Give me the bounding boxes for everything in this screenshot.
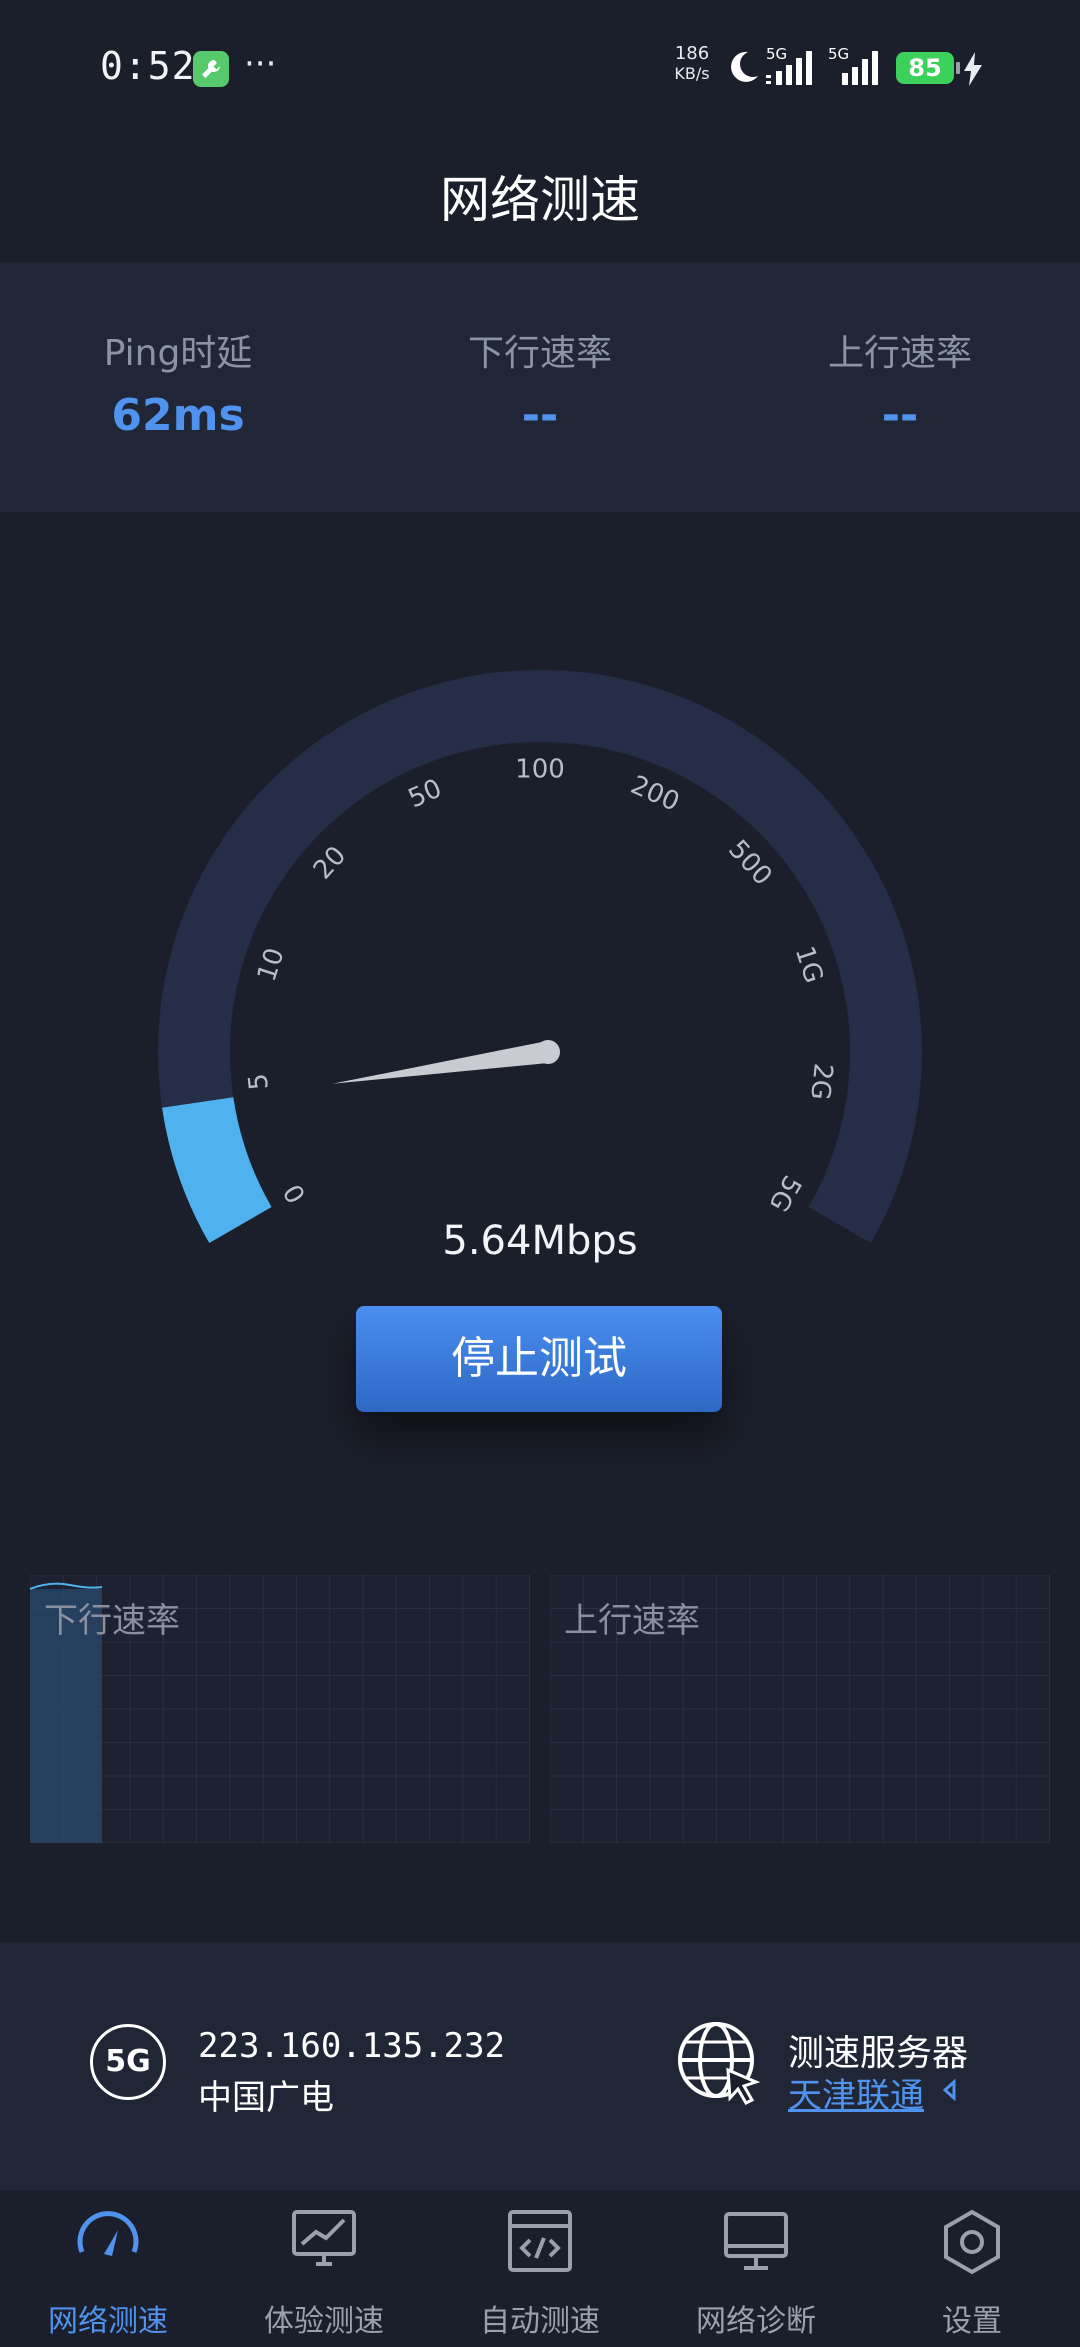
nav-label-auto-test: 自动测速 bbox=[480, 2304, 600, 2339]
chart-monitor-icon bbox=[292, 2210, 356, 2266]
stop-test-button[interactable]: 停止测试 bbox=[356, 1306, 722, 1412]
globe-cursor-icon bbox=[678, 2022, 761, 2105]
server-name-link[interactable]: 天津联通 bbox=[788, 2068, 924, 2117]
code-window-icon bbox=[508, 2210, 572, 2272]
nav-item-experience[interactable]: 体验测速 bbox=[216, 2190, 432, 2347]
gauge-tick-label: 2G bbox=[804, 1062, 838, 1102]
gauge-tick-label: 100 bbox=[515, 755, 565, 785]
upload-chart-label: 上行速率 bbox=[564, 1601, 700, 1641]
nav-item-settings[interactable]: 设置 bbox=[864, 2190, 1080, 2347]
upload-chart: 上行速率 bbox=[549, 1574, 1050, 1844]
nav-item-speed-test[interactable]: 网络测速 bbox=[0, 2190, 216, 2347]
moon-icon bbox=[731, 51, 758, 82]
status-time: 0:52 bbox=[100, 44, 196, 88]
charging-bolt-icon bbox=[964, 52, 982, 86]
metrics-panel: Ping时延 62ms 下行速率 -- 上行速率 -- bbox=[0, 262, 1080, 512]
hexagon-settings-icon bbox=[944, 2209, 1000, 2275]
ip-address: 223.160.135.232 bbox=[198, 2026, 506, 2066]
bottom-nav: 网络测速 体验测速 自动测速 网络诊断 设置 bbox=[0, 2190, 1080, 2347]
speedometer-icon bbox=[77, 2211, 139, 2256]
gauge-tick-labels: 051020501002005001G2G5G bbox=[243, 755, 838, 1217]
gauge-tick-label: 5 bbox=[243, 1072, 275, 1092]
gauge-tick-label: 1G bbox=[789, 943, 829, 987]
net-speed-unit: KB/s bbox=[674, 64, 710, 83]
sim1-label: 5G bbox=[766, 45, 787, 63]
metric-download-label: 下行速率 bbox=[467, 333, 612, 374]
battery-icon: 85 bbox=[896, 52, 954, 84]
gauge-tick-label: 20 bbox=[308, 841, 352, 886]
gauge-tick-label: 50 bbox=[404, 774, 446, 815]
nav-item-auto-test[interactable]: 自动测速 bbox=[432, 2190, 648, 2347]
gauge-tick-label: 5G bbox=[762, 1170, 806, 1217]
battery-tip bbox=[956, 62, 960, 74]
network-5g-badge: 5G bbox=[90, 2024, 166, 2100]
more-notifications-icon: ··· bbox=[244, 44, 277, 84]
page-title: 网络测速 bbox=[440, 171, 640, 229]
gauge-tick-label: 0 bbox=[278, 1179, 312, 1208]
metric-upload: 上行速率 -- bbox=[750, 324, 1050, 441]
speed-gauge: 051020501002005001G2G5G bbox=[158, 669, 922, 1244]
signal-icon: 5G bbox=[766, 45, 812, 85]
metric-download-value: -- bbox=[521, 390, 559, 441]
metric-ping-value: 62ms bbox=[111, 390, 245, 441]
metric-upload-value: -- bbox=[881, 390, 919, 441]
sim2-label: 5G bbox=[828, 45, 849, 63]
nav-item-diagnosis[interactable]: 网络诊断 bbox=[648, 2190, 864, 2347]
nav-label-speed-test: 网络测速 bbox=[48, 2304, 168, 2339]
status-bar: 0:52 ··· 186 KB/s 5G 5G 85 bbox=[0, 0, 1080, 130]
metric-upload-label: 上行速率 bbox=[827, 333, 972, 374]
current-speed: 5.64Mbps bbox=[442, 1218, 638, 1264]
nav-label-settings: 设置 bbox=[942, 2304, 1002, 2339]
download-chart-label: 下行速率 bbox=[44, 1601, 180, 1641]
net-speed: 186 KB/s bbox=[668, 44, 716, 84]
gauge-needle bbox=[332, 1041, 550, 1084]
metric-download: 下行速率 -- bbox=[390, 324, 690, 441]
gauge-tick-label: 10 bbox=[252, 944, 291, 985]
wrench-app-icon bbox=[193, 51, 229, 87]
server-select-arrow-icon[interactable] bbox=[942, 2078, 958, 2102]
signal-icon-2: 5G bbox=[828, 45, 878, 85]
gauge-needle-hub bbox=[536, 1040, 560, 1064]
metric-ping: Ping时延 62ms bbox=[28, 324, 328, 441]
desktop-icon bbox=[724, 2212, 788, 2270]
carrier-name: 中国广电 bbox=[198, 2078, 334, 2118]
gauge-progress bbox=[162, 1096, 272, 1244]
nav-label-experience: 体验测速 bbox=[264, 2304, 384, 2339]
metric-ping-label: Ping时延 bbox=[103, 333, 253, 374]
net-speed-value: 186 bbox=[674, 43, 710, 64]
download-chart: 下行速率 bbox=[29, 1574, 530, 1844]
nav-label-diagnosis: 网络诊断 bbox=[696, 2304, 816, 2339]
gauge-tick-label: 200 bbox=[626, 770, 684, 818]
